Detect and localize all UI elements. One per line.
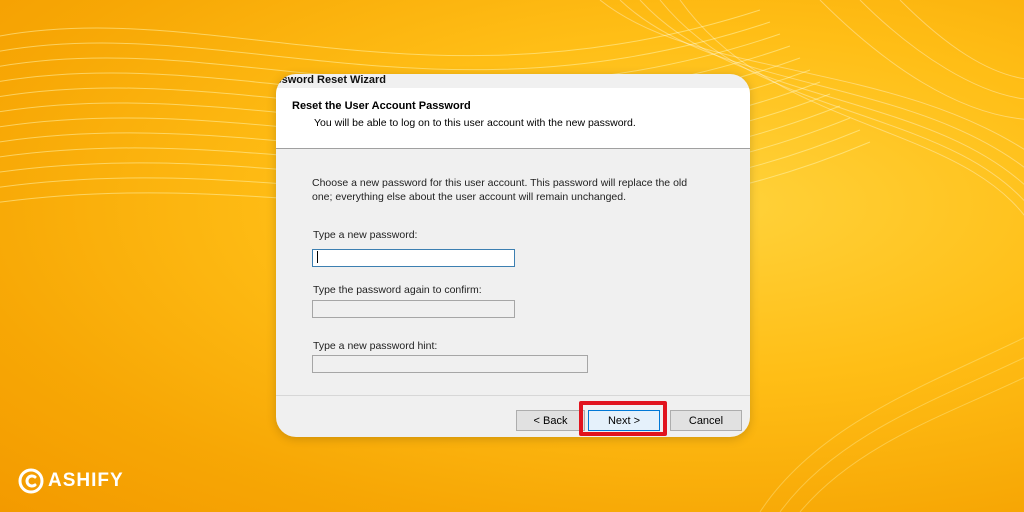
footer-divider xyxy=(276,395,750,396)
new-password-input[interactable] xyxy=(312,249,515,267)
cancel-button[interactable]: Cancel xyxy=(670,410,742,431)
password-hint-input[interactable] xyxy=(312,355,588,373)
next-button-highlight xyxy=(579,401,667,436)
password-reset-dialog: Password Reset Wizard Reset the User Acc… xyxy=(276,74,750,437)
text-cursor xyxy=(317,251,318,263)
confirm-password-label: Type the password again to confirm: xyxy=(313,284,482,296)
back-button[interactable]: < Back xyxy=(516,410,585,431)
confirm-password-input[interactable] xyxy=(312,300,515,318)
wizard-header: Reset the User Account Password You will… xyxy=(276,88,750,149)
new-password-label: Type a new password: xyxy=(313,229,418,241)
cashify-logo-icon xyxy=(18,468,44,494)
cashify-brand: ASHIFY xyxy=(18,466,124,496)
window-title: Password Reset Wizard xyxy=(276,74,386,86)
password-hint-label: Type a new password hint: xyxy=(313,340,438,352)
brand-name: ASHIFY xyxy=(48,470,124,491)
header-subtitle: You will be able to log on to this user … xyxy=(314,117,636,129)
description-text: Choose a new password for this user acco… xyxy=(312,177,688,203)
header-title: Reset the User Account Password xyxy=(292,100,471,112)
